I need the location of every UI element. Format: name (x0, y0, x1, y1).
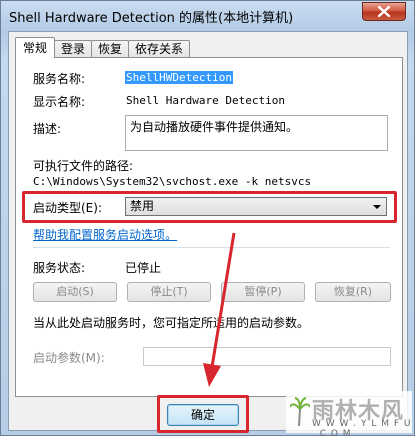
display-name-value[interactable]: Shell Hardware Detection (126, 94, 285, 107)
description-text: 为自动播放硬件事件提供通知。 (130, 120, 299, 134)
start-params-input[interactable] (143, 347, 391, 366)
general-tab-panel: 服务名称: ShellHWDetection 显示名称: Shell Hardw… (15, 57, 403, 397)
exe-path-value[interactable]: C:\Windows\System32\svchost.exe -k netsv… (33, 175, 311, 188)
site-watermark: 雨林木风 W W W . Y L M F U . C O M (286, 391, 412, 436)
palm-tree-icon (290, 397, 310, 427)
tab-strip: 常规 登录 恢复 依存关系 (15, 37, 191, 58)
tab-general[interactable]: 常规 (15, 37, 56, 58)
divider (33, 247, 390, 248)
properties-window: Shell Hardware Detection 的属性(本地计算机) 常规 登… (0, 0, 415, 436)
start-params-label: 启动参数(M): (33, 351, 105, 365)
service-name-value[interactable]: ShellHWDetection (125, 71, 233, 84)
description-box[interactable]: 为自动播放硬件事件提供通知。 (125, 115, 388, 151)
exe-path-label: 可执行文件的路径: (33, 159, 134, 173)
tab-recovery[interactable]: 恢复 (91, 40, 130, 58)
chevron-down-icon (373, 205, 381, 209)
startup-type-value: 禁用 (130, 199, 155, 213)
close-button[interactable] (362, 2, 406, 21)
tab-logon[interactable]: 登录 (54, 40, 93, 58)
stop-button[interactable]: 停止(T) (127, 282, 211, 302)
dialog-client-area: 常规 登录 恢复 依存关系 服务名称: ShellHWDetection 显示名… (8, 31, 408, 431)
tab-dependencies[interactable]: 依存关系 (128, 40, 191, 58)
service-status-label: 服务状态: (33, 261, 86, 275)
close-icon (378, 6, 390, 17)
service-status-value: 已停止 (125, 261, 162, 275)
start-button[interactable]: 启动(S) (33, 282, 117, 302)
help-configure-link[interactable]: 帮助我配置服务启动选项。 (33, 226, 177, 243)
watermark-url: W W W . Y L M F U . C O M (312, 419, 412, 436)
description-label: 描述: (33, 122, 62, 136)
pause-button[interactable]: 暂停(P) (221, 282, 305, 302)
window-title: Shell Hardware Detection 的属性(本地计算机) (9, 11, 294, 26)
display-name-label: 显示名称: (33, 95, 86, 109)
start-params-hint: 当从此处启动服务时，您可指定所适用的启动参数。 (33, 316, 310, 330)
ok-button[interactable]: 确定 (167, 404, 239, 426)
startup-type-label: 启动类型(E): (33, 201, 102, 215)
service-name-label: 服务名称: (33, 72, 86, 86)
title-bar[interactable]: Shell Hardware Detection 的属性(本地计算机) (1, 1, 414, 31)
resume-button[interactable]: 恢复(R) (315, 282, 391, 302)
startup-type-select[interactable]: 禁用 (125, 197, 387, 216)
